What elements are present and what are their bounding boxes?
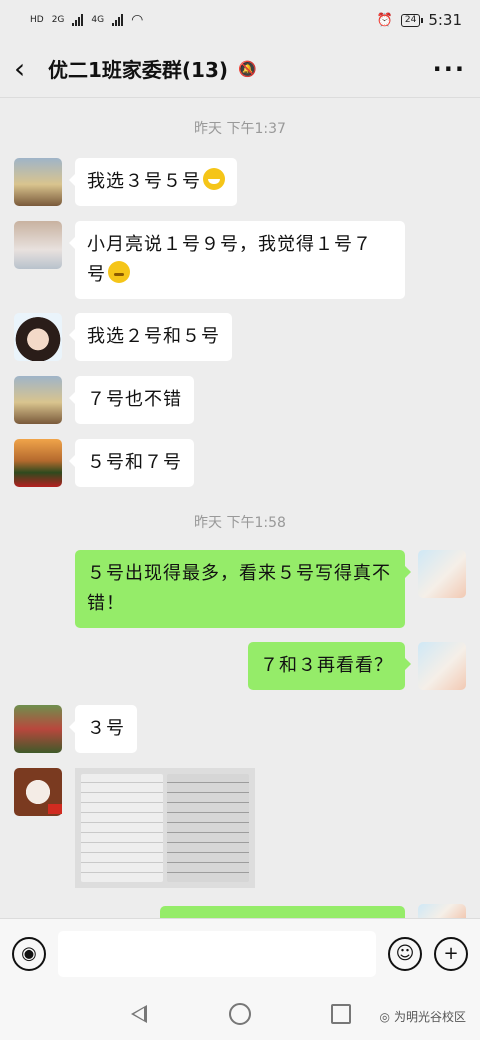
message-input[interactable] [58,930,376,977]
message-bubble[interactable]: 我选３号５号 [69,158,237,206]
smiley-icon[interactable]: ☺ [388,936,422,971]
voice-icon[interactable]: ◉ [12,936,46,971]
battery-icon: 24 [400,13,424,27]
message-bubble[interactable]: ３号 [69,705,137,753]
avatar[interactable] [14,376,62,424]
network-2g-label: 2G [51,15,65,25]
watermark: ◎ 为明光谷校区 [379,1009,467,1025]
chat-title: 优二1班家委群(13) [48,58,229,82]
signal-icon [72,14,84,26]
timestamp: 昨天 下午1:37 [194,121,286,137]
avatar[interactable] [418,642,466,690]
flag-badge-icon [48,804,62,814]
status-bar: HD 2G 4G ◠ ⏰ 24 5:31 [0,0,480,40]
message-bubble-partial[interactable] [160,906,405,918]
wifi-icon: ◠ [131,12,144,28]
network-4g-label: 4G [91,15,105,25]
message-bubble[interactable]: ７和３再看看？ [248,642,411,690]
chat-header: ‹ 优二1班家委群(13) 🔕 ··· [0,40,480,98]
avatar[interactable] [418,550,466,598]
plus-icon[interactable]: + [434,936,468,971]
handwriting-page-image [81,774,163,882]
more-dots-icon[interactable]: ··· [433,55,466,83]
grin-emoji-icon [203,168,225,190]
thinking-emoji-icon [108,261,130,283]
message-list[interactable]: 昨天 下午1:37 我选３号５号 小月亮说１号９号，我觉得１号７ 号 我选２号和５… [0,98,480,918]
chevron-left-icon[interactable]: ‹ [14,52,44,85]
clock: 5:31 [428,11,462,29]
signal-icon-2 [112,14,124,26]
alarm-icon: ⏰ [376,12,393,28]
avatar[interactable] [14,705,62,753]
wechat-icon: ◎ [379,1009,390,1024]
nav-recent-icon[interactable] [331,1004,351,1024]
message-bubble[interactable]: ５号和７号 [69,439,194,487]
avatar[interactable] [418,904,466,918]
avatar[interactable] [14,439,62,487]
avatar[interactable] [14,313,62,361]
input-bar: ◉ ☺ + [0,918,480,988]
message-bubble[interactable]: ５号出现得最多，看来５号写得真不 错！ [75,550,411,628]
avatar[interactable] [14,221,62,269]
handwriting-page-image [167,774,249,882]
image-message[interactable] [75,768,255,888]
timestamp: 昨天 下午1:58 [194,515,286,531]
nav-back-icon[interactable] [129,1004,149,1024]
message-bubble[interactable]: 我选２号和５号 [69,313,232,361]
avatar[interactable] [14,158,62,206]
message-bubble[interactable]: 小月亮说１号９号，我觉得１号７ 号 [69,221,405,299]
hd-label: HD [30,15,44,25]
bell-muted-icon: 🔕 [238,59,257,78]
nav-home-icon[interactable] [229,1003,251,1025]
message-bubble[interactable]: ７号也不错 [69,376,194,424]
